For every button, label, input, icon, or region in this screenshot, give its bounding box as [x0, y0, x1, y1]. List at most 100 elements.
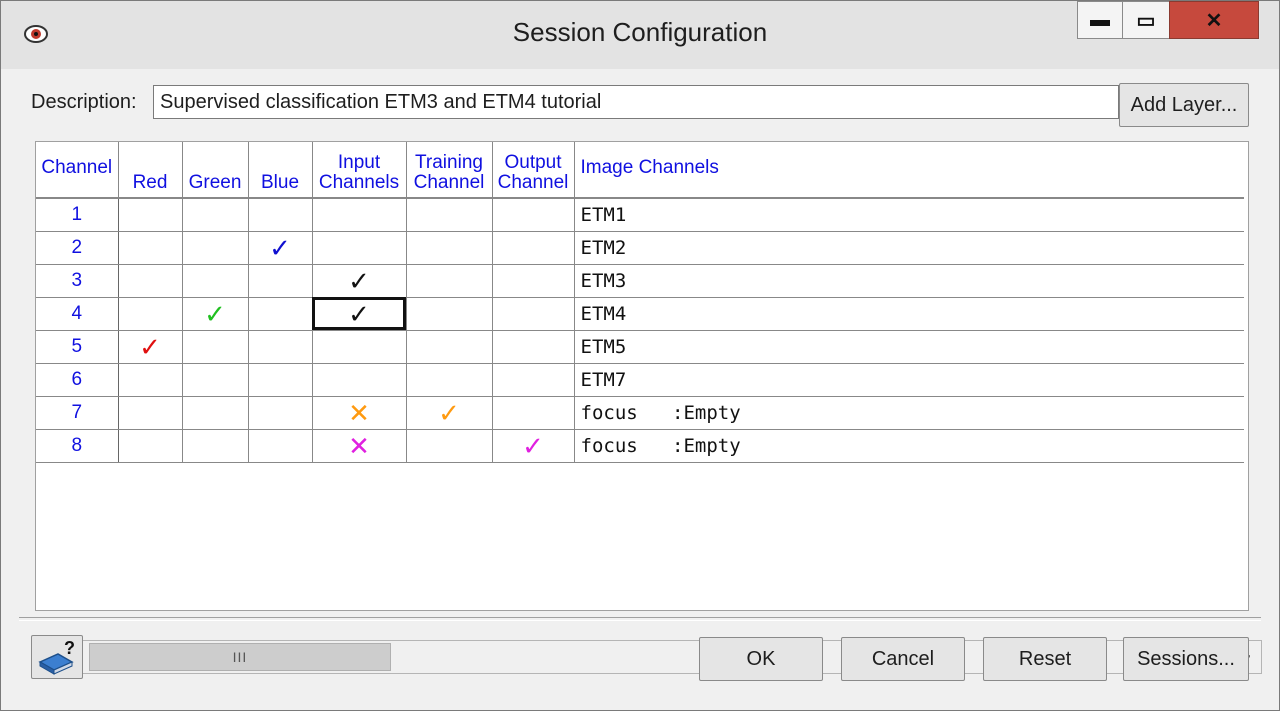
blue-cell[interactable]: [247, 198, 312, 232]
output-channel-cell[interactable]: [491, 297, 574, 331]
output-channel-cell[interactable]: [491, 198, 574, 232]
blue-cell[interactable]: [247, 264, 312, 298]
green-cell[interactable]: [181, 396, 248, 430]
channel-number[interactable]: 5: [36, 330, 119, 364]
red-cell[interactable]: [117, 429, 182, 463]
training-channel-cell[interactable]: [405, 231, 492, 265]
image-channel-cell[interactable]: ETM4: [573, 297, 1244, 331]
cancel-button[interactable]: Cancel: [841, 637, 965, 681]
training-channel-cell[interactable]: [405, 330, 492, 364]
help-book-icon: ?: [38, 638, 75, 675]
input-channel-cross-icon[interactable]: ✕: [311, 429, 406, 463]
image-channel-cell[interactable]: ETM2: [573, 231, 1244, 265]
input-channel-cell[interactable]: [311, 198, 406, 232]
channel-number[interactable]: 4: [36, 297, 119, 331]
red-cell-check-icon[interactable]: ✓: [117, 330, 182, 364]
close-button[interactable]: ✕: [1169, 1, 1259, 39]
channel-number[interactable]: 1: [36, 198, 119, 232]
image-channel-cell[interactable]: focus :Empty: [573, 396, 1244, 430]
green-cell[interactable]: [181, 330, 248, 364]
column-header-training-channel[interactable]: Training Channel: [405, 142, 492, 199]
red-cell[interactable]: [117, 396, 182, 430]
green-cell[interactable]: [181, 429, 248, 463]
image-channel-cell[interactable]: ETM3: [573, 264, 1244, 298]
green-cell[interactable]: [181, 198, 248, 232]
channel-grid-panel: Channel Red Green Blue Input Channels Tr…: [35, 141, 1262, 674]
blue-cell[interactable]: [247, 396, 312, 430]
red-cell[interactable]: [117, 297, 182, 331]
input-channel-cross-icon[interactable]: ✕: [311, 396, 406, 430]
channel-number[interactable]: 2: [36, 231, 119, 265]
reset-button[interactable]: Reset: [983, 637, 1107, 681]
blue-cell-check-icon[interactable]: ✓: [247, 231, 312, 265]
channel-grid: Channel Red Green Blue Input Channels Tr…: [36, 142, 1244, 463]
green-cell-check-icon[interactable]: ✓: [181, 297, 248, 331]
column-header-output-channel[interactable]: Output Channel: [491, 142, 574, 199]
channel-number[interactable]: 6: [36, 363, 119, 397]
description-label: Description:: [31, 91, 137, 113]
table-row: 5 ✓ ETM5: [36, 330, 1244, 364]
divider: [19, 617, 1261, 621]
input-channel-cell[interactable]: [311, 231, 406, 265]
help-button[interactable]: ?: [31, 635, 83, 679]
red-cell[interactable]: [117, 363, 182, 397]
training-channel-cell[interactable]: [405, 429, 492, 463]
minimize-button[interactable]: ▬: [1077, 1, 1123, 39]
sessions-button[interactable]: Sessions...: [1123, 637, 1249, 681]
training-channel-check-icon[interactable]: ✓: [405, 396, 492, 430]
output-channel-cell[interactable]: [491, 330, 574, 364]
table-row: 2 ✓ ETM2: [36, 231, 1244, 265]
training-channel-cell[interactable]: [405, 297, 492, 331]
add-layer-button[interactable]: Add Layer...: [1119, 83, 1249, 127]
training-channel-cell[interactable]: [405, 198, 492, 232]
red-cell[interactable]: [117, 264, 182, 298]
green-cell[interactable]: [181, 264, 248, 298]
output-channel-cell[interactable]: [491, 363, 574, 397]
green-cell[interactable]: [181, 231, 248, 265]
column-header-input-channels[interactable]: Input Channels: [311, 142, 406, 199]
channel-number[interactable]: 7: [36, 396, 119, 430]
image-channel-cell[interactable]: ETM7: [573, 363, 1244, 397]
image-channel-cell[interactable]: focus :Empty: [573, 429, 1244, 463]
session-configuration-window: Session Configuration ▬ ▭ ✕ Description:…: [0, 0, 1280, 711]
table-row: 7 ✕ ✓ focus :Empty: [36, 396, 1244, 430]
grid-header-row: Channel Red Green Blue Input Channels Tr…: [36, 142, 1244, 199]
table-row: 3 ✓ ETM3: [36, 264, 1244, 298]
maximize-button[interactable]: ▭: [1122, 1, 1170, 39]
column-header-green[interactable]: Green: [181, 142, 248, 199]
table-row: 1 ETM1: [36, 198, 1244, 232]
scrollbar-thumb[interactable]: III: [89, 643, 391, 671]
svg-text:?: ?: [64, 638, 75, 658]
table-row: 8 ✕ ✓ focus :Empty: [36, 429, 1244, 463]
input-channel-cell[interactable]: [311, 363, 406, 397]
output-channel-cell[interactable]: [491, 264, 574, 298]
input-channel-cell[interactable]: [311, 330, 406, 364]
table-row: 6 ETM7: [36, 363, 1244, 397]
column-header-channel[interactable]: Channel: [36, 142, 118, 199]
output-channel-cell[interactable]: [491, 396, 574, 430]
image-channel-cell[interactable]: ETM1: [573, 198, 1244, 232]
input-channel-check-icon-selected[interactable]: ✓: [311, 297, 406, 331]
description-input[interactable]: [153, 85, 1119, 119]
training-channel-cell[interactable]: [405, 363, 492, 397]
blue-cell[interactable]: [247, 297, 312, 331]
red-cell[interactable]: [117, 198, 182, 232]
blue-cell[interactable]: [247, 429, 312, 463]
column-header-red[interactable]: Red: [117, 142, 182, 199]
channel-number[interactable]: 3: [36, 264, 119, 298]
blue-cell[interactable]: [247, 363, 312, 397]
output-channel-cell[interactable]: [491, 231, 574, 265]
blue-cell[interactable]: [247, 330, 312, 364]
green-cell[interactable]: [181, 363, 248, 397]
title-bar[interactable]: Session Configuration ▬ ▭ ✕: [1, 1, 1279, 69]
output-channel-check-icon[interactable]: ✓: [491, 429, 574, 463]
input-channel-check-icon[interactable]: ✓: [311, 264, 406, 298]
image-channel-cell[interactable]: ETM5: [573, 330, 1244, 364]
red-cell[interactable]: [117, 231, 182, 265]
channel-number[interactable]: 8: [36, 429, 119, 463]
column-header-blue[interactable]: Blue: [247, 142, 312, 199]
ok-button[interactable]: OK: [699, 637, 823, 681]
column-header-image-channels[interactable]: Image Channels: [573, 142, 1244, 199]
training-channel-cell[interactable]: [405, 264, 492, 298]
table-row: 4 ✓ ✓ ETM4: [36, 297, 1244, 331]
